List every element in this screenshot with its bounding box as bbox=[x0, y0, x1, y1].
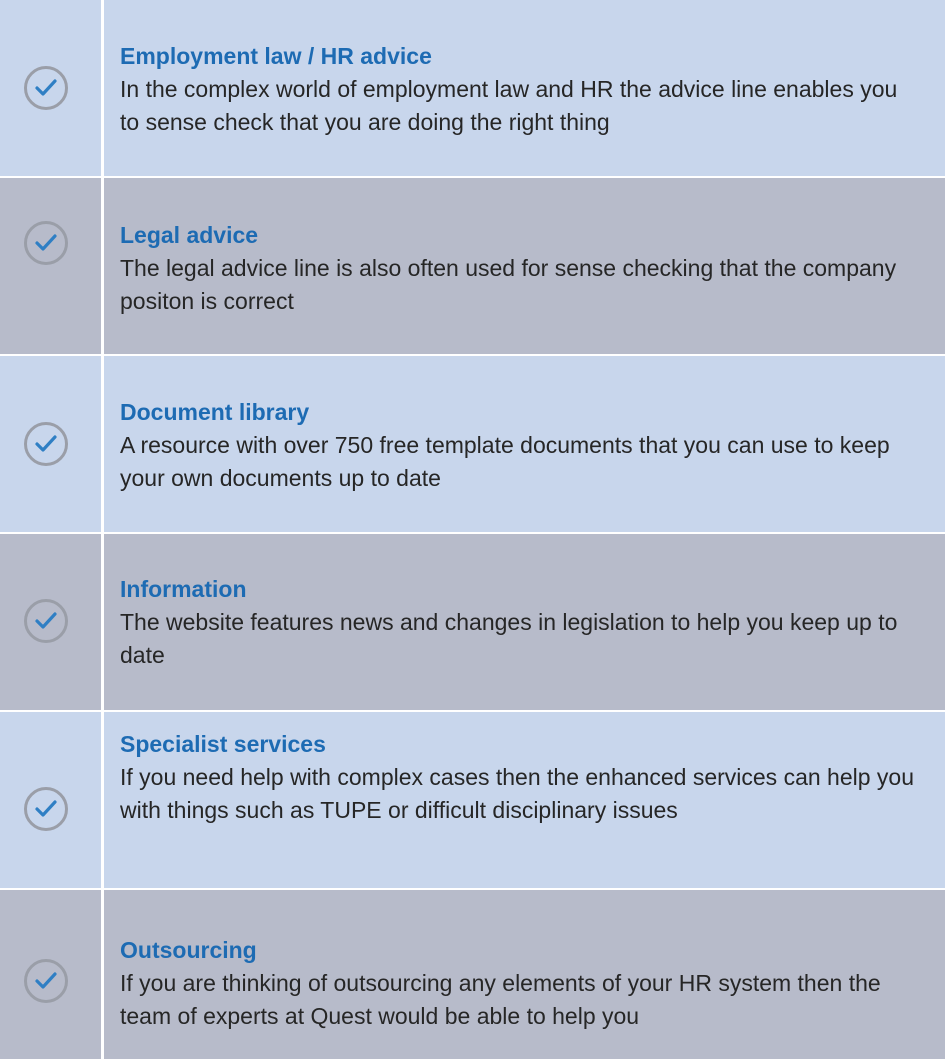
item-title: Employment law / HR advice bbox=[120, 43, 432, 69]
item-description: A resource with over 750 free template d… bbox=[120, 432, 890, 491]
item-title: Outsourcing bbox=[120, 937, 257, 963]
item-description: If you are thinking of outsourcing any e… bbox=[120, 970, 881, 1029]
check-circle-icon bbox=[24, 787, 68, 831]
item-description: The legal advice line is also often used… bbox=[120, 255, 897, 314]
list-item: Legal advice The legal advice line is al… bbox=[0, 178, 945, 354]
item-text: Outsourcing If you are thinking of outso… bbox=[104, 890, 945, 1059]
icon-column bbox=[0, 356, 104, 532]
icon-column bbox=[0, 178, 104, 354]
item-description: The website features news and changes in… bbox=[120, 609, 898, 668]
item-text: Specialist services If you need help wit… bbox=[104, 712, 945, 888]
item-text: Legal advice The legal advice line is al… bbox=[104, 178, 945, 354]
icon-column bbox=[0, 534, 104, 710]
icon-column bbox=[0, 712, 104, 888]
item-title: Document library bbox=[120, 399, 310, 425]
icon-column bbox=[0, 0, 104, 176]
check-circle-icon bbox=[24, 599, 68, 643]
item-title: Information bbox=[120, 576, 247, 602]
check-circle-icon bbox=[24, 959, 68, 1003]
list-item: Employment law / HR advice In the comple… bbox=[0, 0, 945, 176]
benefits-list: Employment law / HR advice In the comple… bbox=[0, 0, 945, 1059]
list-item: Document library A resource with over 75… bbox=[0, 356, 945, 532]
list-item: Specialist services If you need help wit… bbox=[0, 712, 945, 888]
item-description: If you need help with complex cases then… bbox=[120, 764, 914, 823]
check-circle-icon bbox=[24, 221, 68, 265]
item-text: Employment law / HR advice In the comple… bbox=[104, 0, 945, 176]
item-text: Document library A resource with over 75… bbox=[104, 356, 945, 532]
icon-column bbox=[0, 890, 104, 1059]
list-item: Information The website features news an… bbox=[0, 534, 945, 710]
item-title: Specialist services bbox=[120, 731, 326, 757]
item-title: Legal advice bbox=[120, 222, 259, 248]
item-description: In the complex world of employment law a… bbox=[120, 76, 898, 135]
list-item: Outsourcing If you are thinking of outso… bbox=[0, 890, 945, 1059]
check-circle-icon bbox=[24, 422, 68, 466]
check-circle-icon bbox=[24, 66, 68, 110]
item-text: Information The website features news an… bbox=[104, 534, 945, 710]
